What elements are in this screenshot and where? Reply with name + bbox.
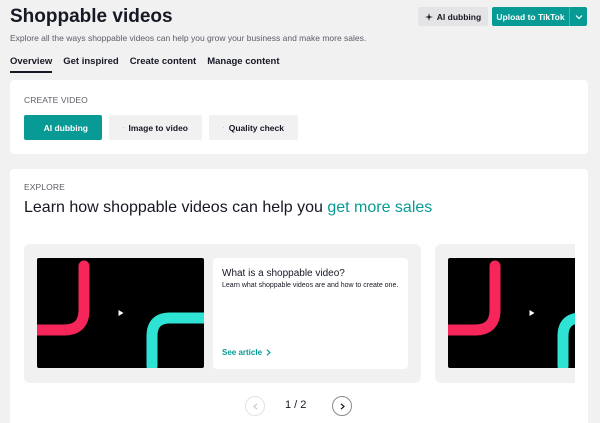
previous-page-button[interactable] [245, 396, 265, 416]
tab-create-content[interactable]: Create content [130, 56, 197, 73]
article-carousel: What is a shoppable video? Learn what sh… [24, 244, 575, 383]
explore-card: EXPLORE Learn how shoppable videos can h… [10, 169, 588, 423]
create-video-buttons: AI dubbing Image to video Quality check [24, 115, 298, 140]
chevron-down-icon [575, 14, 582, 19]
play-icon[interactable] [529, 310, 534, 316]
explore-label: EXPLORE [24, 182, 65, 192]
page-subtitle: Explore all the ways shoppable videos ca… [10, 33, 367, 43]
see-article-link[interactable]: See article [222, 348, 271, 357]
page-indicator: 1 / 2 [285, 399, 307, 411]
tab-overview[interactable]: Overview [10, 56, 53, 73]
play-icon[interactable] [118, 310, 123, 316]
carousel-slide[interactable]: What is a shoppable video? Learn what sh… [24, 244, 421, 383]
tiktok-stroke-graphic [448, 260, 575, 368]
tab-get-inspired[interactable]: Get inspired [63, 56, 118, 73]
shield-check-icon [223, 127, 224, 128]
chevron-right-icon [340, 402, 345, 410]
sparkle-icon [38, 127, 39, 128]
create-video-label: CREATE VIDEO [24, 95, 88, 105]
explore-heading-text: Learn how shoppable videos can help you [24, 199, 328, 216]
carousel-pager: 1 / 2 [10, 396, 588, 416]
upload-button-group: Upload to TikTok [492, 7, 587, 26]
explore-heading: Learn how shoppable videos can help you … [24, 199, 432, 217]
carousel-slide[interactable] [435, 244, 575, 383]
sparkle-icon [424, 12, 433, 21]
next-page-button[interactable] [332, 396, 352, 416]
explore-heading-accent: get more sales [327, 199, 433, 216]
tab-bar: Overview Get inspired Create content Man… [10, 56, 291, 73]
see-article-label: See article [222, 348, 263, 357]
ai-dubbing-button[interactable]: AI dubbing [418, 7, 488, 26]
ai-dubbing-label: AI dubbing [436, 11, 482, 22]
article-info-box: What is a shoppable video? Learn what sh… [213, 258, 408, 369]
quality-check-button[interactable]: Quality check [209, 115, 298, 140]
upload-to-tiktok-button[interactable]: Upload to TikTok [492, 7, 569, 26]
ai-dubbing-create-label: AI dubbing [43, 122, 88, 133]
video-thumbnail[interactable] [37, 258, 204, 368]
quality-check-label: Quality check [228, 122, 284, 133]
create-video-card: CREATE VIDEO AI dubbing Image to video Q… [10, 80, 588, 154]
tab-manage-content[interactable]: Manage content [207, 56, 279, 73]
article-title: What is a shoppable video? [222, 268, 345, 279]
image-to-video-label: Image to video [128, 122, 188, 133]
image-to-video-button[interactable]: Image to video [109, 115, 202, 140]
ai-dubbing-create-button[interactable]: AI dubbing [24, 115, 102, 140]
chevron-right-icon [266, 349, 271, 356]
video-thumbnail[interactable] [448, 258, 575, 368]
upload-options-dropdown[interactable] [569, 7, 587, 26]
article-description: Learn what shoppable videos are and how … [222, 282, 399, 289]
chevron-left-icon [252, 402, 257, 410]
